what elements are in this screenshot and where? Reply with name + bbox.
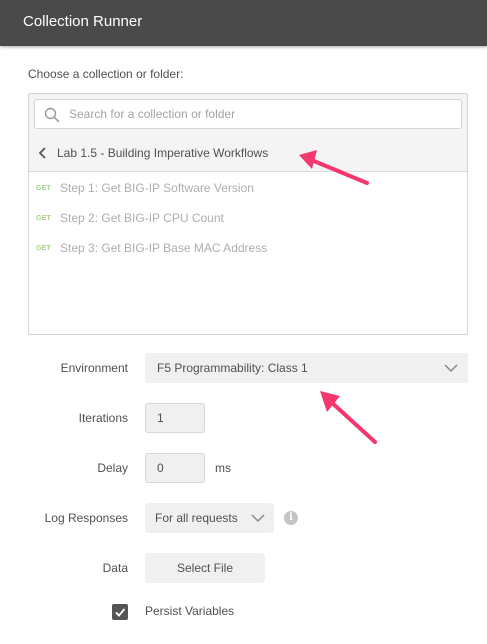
annotation-arrow xyxy=(299,150,369,185)
annotation-arrow xyxy=(320,391,377,444)
chevron-left-icon[interactable] xyxy=(37,146,49,160)
delay-unit: ms xyxy=(215,461,231,475)
delay-label: Delay xyxy=(97,461,128,475)
picker-header: Lab 1.5 - Building Imperative Workflows xyxy=(29,94,467,172)
checkmark-icon xyxy=(115,608,126,617)
method-badge: GET xyxy=(36,244,51,252)
environment-select[interactable]: F5 Programmability: Class 1 xyxy=(145,353,468,383)
delay-input[interactable] xyxy=(145,453,205,483)
method-badge: GET xyxy=(36,184,51,192)
window-title: Collection Runner xyxy=(23,13,143,30)
chevron-down-icon xyxy=(251,514,265,523)
iterations-input[interactable] xyxy=(145,403,205,433)
search-icon xyxy=(44,107,60,123)
list-item[interactable]: GET Step 2: Get BIG-IP CPU Count xyxy=(36,209,224,227)
title-bar: Collection Runner xyxy=(0,0,487,46)
breadcrumb-folder-name: Lab 1.5 - Building Imperative Workflows xyxy=(57,146,269,160)
request-name: Step 3: Get BIG-IP Base MAC Address xyxy=(60,241,268,255)
list-item[interactable]: GET Step 3: Get BIG-IP Base MAC Address xyxy=(36,239,267,257)
chevron-down-icon xyxy=(444,364,458,373)
collection-picker: Lab 1.5 - Building Imperative Workflows … xyxy=(28,93,468,335)
breadcrumb-back[interactable]: Lab 1.5 - Building Imperative Workflows xyxy=(37,144,268,162)
search-box[interactable] xyxy=(34,99,462,129)
info-icon[interactable]: i xyxy=(284,511,298,525)
environment-label: Environment xyxy=(60,361,128,375)
data-label: Data xyxy=(102,561,128,575)
select-file-button[interactable]: Select File xyxy=(145,553,265,583)
environment-value: F5 Programmability: Class 1 xyxy=(157,361,308,375)
choose-collection-label: Choose a collection or folder: xyxy=(28,67,184,81)
log-responses-value: For all requests xyxy=(155,511,238,525)
search-input[interactable] xyxy=(69,100,449,128)
request-name: Step 2: Get BIG-IP CPU Count xyxy=(60,211,224,225)
log-responses-select[interactable]: For all requests xyxy=(145,503,274,533)
request-name: Step 1: Get BIG-IP Software Version xyxy=(60,181,254,195)
list-item[interactable]: GET Step 1: Get BIG-IP Software Version xyxy=(36,179,254,197)
iterations-label: Iterations xyxy=(78,411,128,425)
persist-variables-checkbox[interactable] xyxy=(112,604,128,620)
persist-variables-label: Persist Variables xyxy=(145,604,235,618)
log-responses-label: Log Responses xyxy=(44,511,128,525)
method-badge: GET xyxy=(36,214,51,222)
